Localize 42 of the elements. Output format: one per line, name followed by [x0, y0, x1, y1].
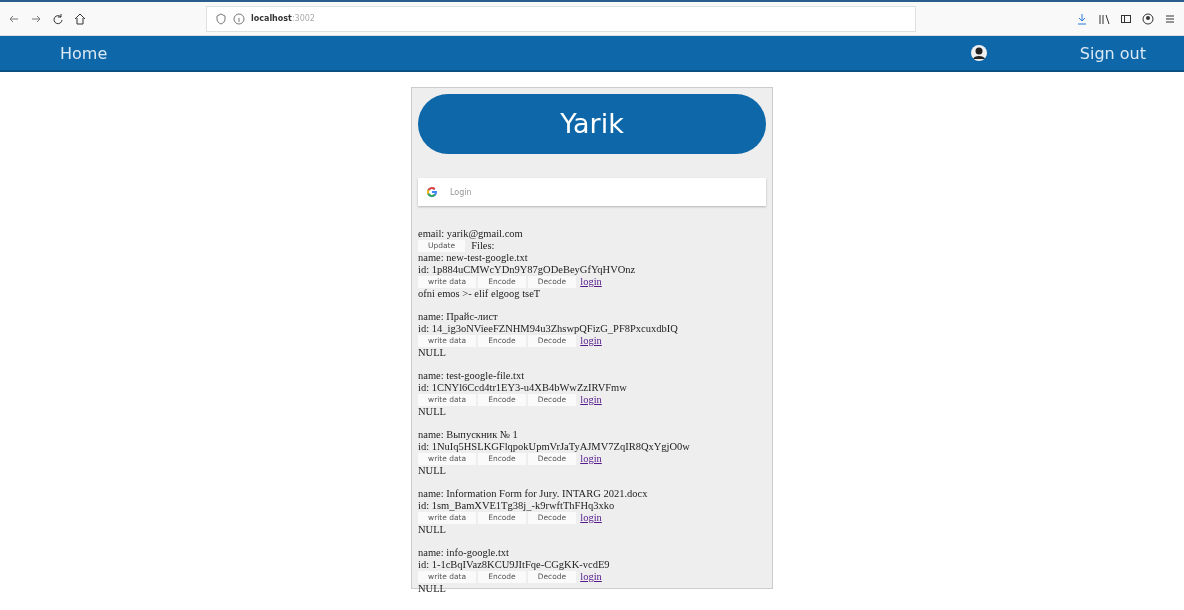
file-id: id: 1-1cBqIVaz8KCU9JItFqe-CGgKK-vcdE9	[418, 559, 611, 571]
google-icon	[426, 186, 438, 198]
download-icon[interactable]	[1076, 12, 1088, 25]
file-name: name: test-google-file.txt	[418, 370, 526, 382]
home-icon[interactable]	[74, 12, 86, 25]
file-id: id: 1p884uCMWcYDn9Y87gODeBeyGfYqHVOnz	[418, 264, 637, 276]
file-result: NULL	[418, 524, 447, 536]
file-id: id: 1NuIq5HSLKGFlqpokUpmVrJaTyAJMV7ZqIR8QxYgjO0w	[418, 441, 691, 453]
sidebar-icon[interactable]	[1120, 12, 1132, 25]
file-result: NULL	[418, 465, 447, 477]
shield-icon	[215, 12, 227, 25]
menu-icon[interactable]	[1164, 12, 1176, 25]
file-id: id: 1sm_BamXVE1Tg38j_-k9rwftThFHq3xko	[418, 500, 616, 512]
home-link[interactable]: Home	[60, 43, 108, 63]
file-name: name: Information Form for Jury. INTARG 2021.docx	[418, 488, 649, 500]
file-id: id: 1CNYl6Ccd4tr1EY3-u4XB4bWwZzIRVFmw	[418, 382, 628, 394]
account-icon[interactable]	[1142, 12, 1154, 25]
file-result: NULL	[418, 583, 447, 595]
files-label: Files:	[471, 240, 495, 252]
user-name-banner: Yarik	[418, 94, 766, 154]
file-name: name: Прайс-лист	[418, 311, 499, 323]
library-icon[interactable]	[1098, 12, 1110, 25]
file-name: name: Выпускник № 1	[418, 429, 519, 441]
login-link[interactable]: login	[580, 512, 602, 524]
login-link[interactable]: login	[580, 571, 602, 583]
file-name: name: info-google.txt	[418, 547, 510, 559]
file-name: name: new-test-google.txt	[418, 252, 529, 264]
login-link[interactable]: login	[580, 276, 602, 288]
info-icon	[233, 12, 245, 25]
file-result: NULL	[418, 406, 447, 418]
login-link[interactable]: login	[580, 394, 602, 406]
avatar-icon	[969, 44, 988, 62]
email-text: email: yarik@gmail.com	[418, 228, 524, 240]
login-link[interactable]: login	[580, 335, 602, 347]
file-result: NULL	[418, 347, 447, 359]
file-id: id: 14_ig3oNVieeFZNHM94u3ZhswpQFizG_PF8PxcuxdbIQ	[418, 323, 679, 335]
sign-out-link[interactable]: Sign out	[1079, 43, 1146, 63]
reload-icon[interactable]	[52, 12, 64, 25]
login-link[interactable]: login	[580, 453, 602, 465]
url-text: localhost:3002	[251, 14, 315, 23]
file-result: ofni emos >- elif elgoog tseT	[418, 288, 542, 300]
address-bar[interactable]: localhost:3002	[206, 5, 916, 32]
